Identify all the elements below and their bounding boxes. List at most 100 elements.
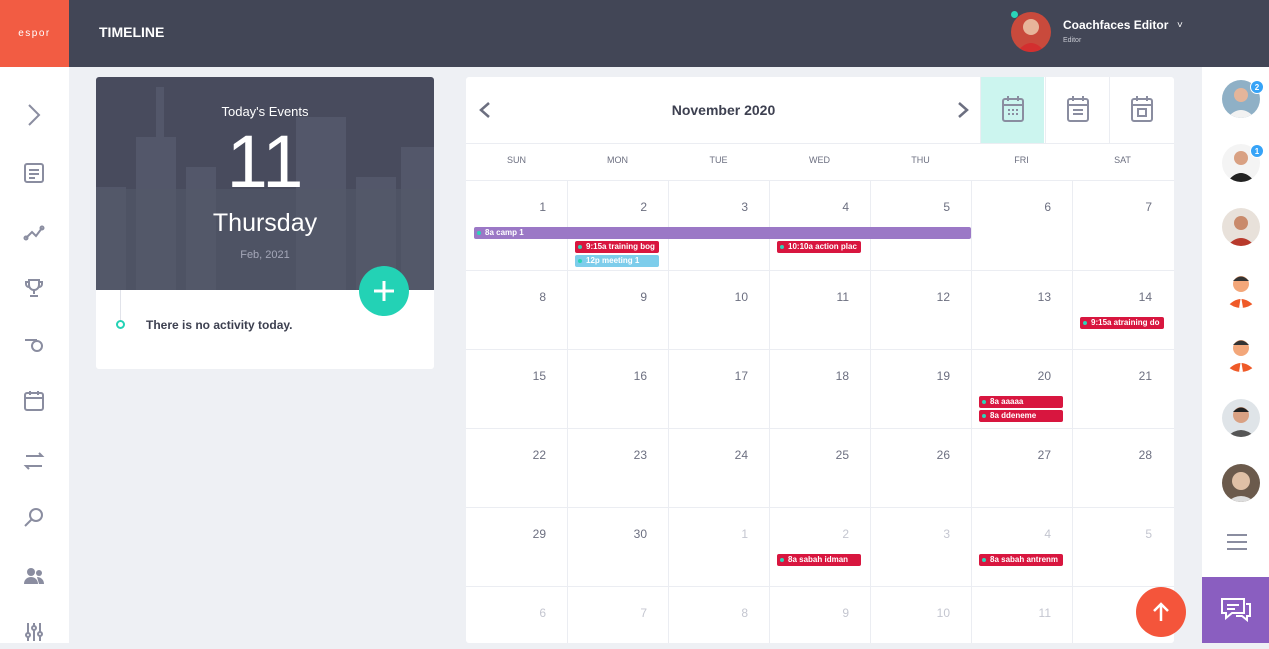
day-number[interactable]: 30 <box>617 527 647 541</box>
day-number[interactable]: 21 <box>1122 369 1152 383</box>
today-day-number: 11 <box>226 120 304 203</box>
day-number[interactable]: 1 <box>718 527 748 541</box>
list-menu-icon[interactable] <box>1225 532 1249 557</box>
day-number[interactable]: 28 <box>1122 448 1152 462</box>
day-number[interactable]: 8 <box>718 606 748 620</box>
grid-line <box>466 507 1174 508</box>
day-number[interactable]: 2 <box>819 527 849 541</box>
day-number[interactable]: 1 <box>516 200 546 214</box>
notification-badge: 1 <box>1250 144 1264 158</box>
user-name[interactable]: Coachfaces Editor <box>1063 18 1168 32</box>
day-number[interactable]: 2 <box>617 200 647 214</box>
grid-line <box>466 349 1174 350</box>
day-number[interactable]: 5 <box>920 200 950 214</box>
day-number[interactable]: 25 <box>819 448 849 462</box>
day-number[interactable]: 26 <box>920 448 950 462</box>
scout-icon[interactable] <box>22 505 46 529</box>
day-number[interactable]: 4 <box>1021 527 1051 541</box>
chat-button[interactable] <box>1202 577 1269 643</box>
calendar-event[interactable]: 8a aaaaa <box>979 396 1063 408</box>
grid-line <box>466 180 1174 181</box>
day-number[interactable]: 17 <box>718 369 748 383</box>
day-number[interactable]: 23 <box>617 448 647 462</box>
contact-avatar[interactable] <box>1222 334 1260 372</box>
add-event-button[interactable] <box>359 266 409 316</box>
grid-line <box>668 180 669 643</box>
day-number[interactable]: 24 <box>718 448 748 462</box>
scroll-top-button[interactable] <box>1136 587 1186 637</box>
day-number[interactable]: 7 <box>1122 200 1152 214</box>
calendar-icon[interactable] <box>22 389 46 413</box>
next-month-icon[interactable] <box>956 101 970 124</box>
logo-text: espor <box>18 28 51 39</box>
timeline-line <box>120 290 121 320</box>
day-number[interactable]: 9 <box>819 606 849 620</box>
today-month-year: Feb, 2021 <box>240 249 290 261</box>
header-divider <box>466 143 1174 144</box>
calendar-event[interactable]: 8a sabah idman <box>777 554 861 566</box>
day-number[interactable]: 11 <box>819 290 849 304</box>
weekday-header: TUE <box>709 155 728 165</box>
day-number[interactable]: 13 <box>1021 290 1051 304</box>
week-view-button[interactable] <box>1045 77 1109 143</box>
day-number[interactable]: 3 <box>718 200 748 214</box>
day-number[interactable]: 19 <box>920 369 950 383</box>
grid-line <box>466 586 1174 587</box>
day-number[interactable]: 11 <box>1021 606 1051 620</box>
weekday-header: MON <box>607 155 628 165</box>
weekday-header: WED <box>809 155 830 165</box>
day-number[interactable]: 6 <box>1021 200 1051 214</box>
contact-avatar[interactable] <box>1222 399 1260 437</box>
calendar-event[interactable]: 10:10a action plac <box>777 241 861 253</box>
brand-logo[interactable]: espor <box>0 0 69 67</box>
day-number[interactable]: 22 <box>516 448 546 462</box>
grid-line <box>870 180 871 643</box>
weekday-header: THU <box>911 155 930 165</box>
calendar-event[interactable]: 8a camp 1 <box>474 227 971 239</box>
today-weekday: Thursday <box>212 209 318 237</box>
calendar-event[interactable]: 9:15a atraining do <box>1080 317 1164 329</box>
calendar-event[interactable]: 8a ddeneme <box>979 410 1063 422</box>
contact-avatar[interactable] <box>1222 464 1260 502</box>
day-number[interactable]: 10 <box>718 290 748 304</box>
today-heading: Today's Events <box>221 104 309 119</box>
day-number[interactable]: 12 <box>920 290 950 304</box>
day-number[interactable]: 16 <box>617 369 647 383</box>
left-sidebar <box>0 67 69 643</box>
whistle-icon[interactable] <box>22 332 46 356</box>
trophy-icon[interactable] <box>22 276 46 300</box>
calendar-event[interactable]: 12p meeting 1 <box>575 255 659 267</box>
settings-sliders-icon[interactable] <box>22 620 46 644</box>
grid-line <box>1072 180 1073 643</box>
day-number[interactable]: 9 <box>617 290 647 304</box>
contact-avatar[interactable] <box>1222 270 1260 308</box>
news-icon[interactable] <box>22 161 46 185</box>
grid-line <box>769 180 770 643</box>
users-icon[interactable] <box>22 564 46 588</box>
day-number[interactable]: 6 <box>516 606 546 620</box>
month-view-button[interactable] <box>980 77 1044 143</box>
day-number[interactable]: 14 <box>1122 290 1152 304</box>
day-number[interactable]: 10 <box>920 606 950 620</box>
day-view-button[interactable] <box>1109 77 1173 143</box>
day-number[interactable]: 3 <box>920 527 950 541</box>
day-number[interactable]: 20 <box>1021 369 1051 383</box>
tactics-icon[interactable] <box>22 220 46 244</box>
day-number[interactable]: 8 <box>516 290 546 304</box>
day-number[interactable]: 27 <box>1021 448 1051 462</box>
day-number[interactable]: 4 <box>819 200 849 214</box>
day-number[interactable]: 15 <box>516 369 546 383</box>
calendar-event[interactable]: 9:15a training bog <box>575 241 659 253</box>
contact-avatar[interactable] <box>1222 208 1260 246</box>
calendar-event[interactable]: 8a sabah antrenm <box>979 554 1063 566</box>
right-sidebar: 2 1 <box>1202 67 1269 643</box>
user-avatar[interactable] <box>1011 12 1051 52</box>
chevron-down-icon[interactable]: ˅ <box>1177 20 1183 31</box>
user-role: Editor <box>1063 37 1082 44</box>
day-number[interactable]: 18 <box>819 369 849 383</box>
day-number[interactable]: 29 <box>516 527 546 541</box>
day-number[interactable]: 7 <box>617 606 647 620</box>
day-number[interactable]: 5 <box>1122 527 1152 541</box>
transfer-icon[interactable] <box>22 449 46 473</box>
expand-icon[interactable] <box>22 103 46 127</box>
